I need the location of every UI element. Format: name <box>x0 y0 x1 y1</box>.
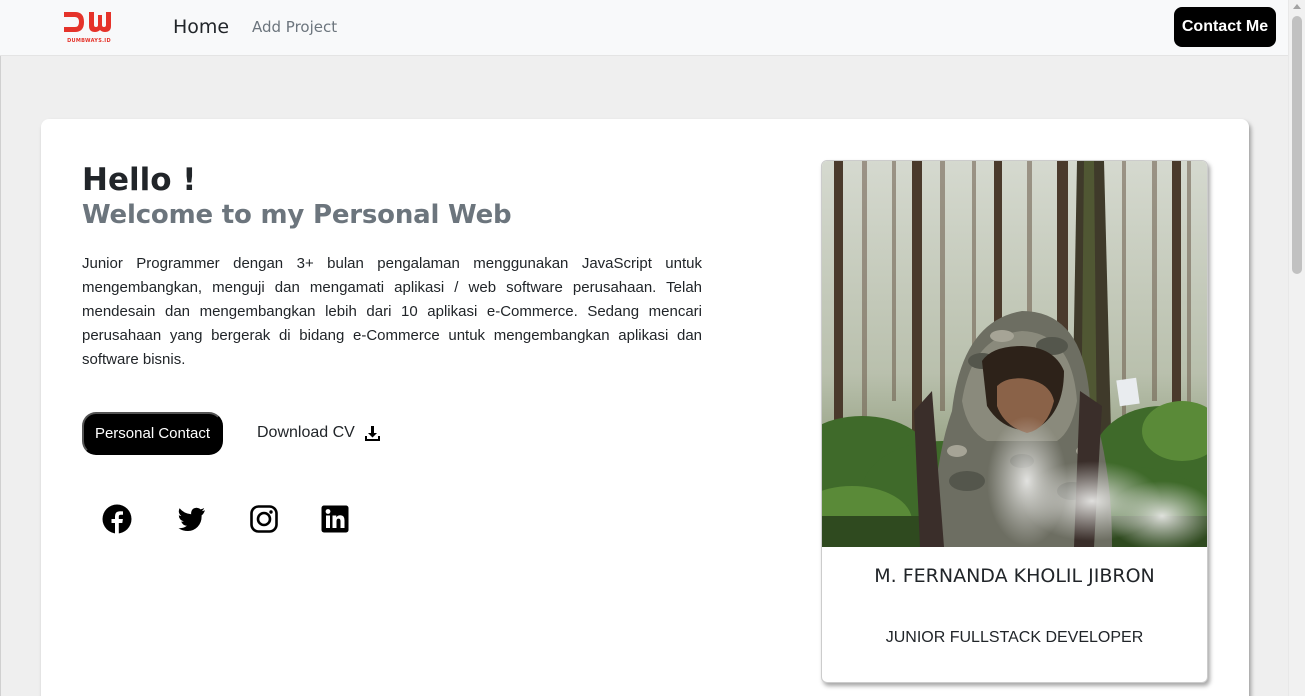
download-cv-link[interactable]: Download CV <box>257 424 381 442</box>
profile-role: JUNIOR FULLSTACK DEVELOPER <box>885 629 1144 646</box>
download-cv-label: Download CV <box>257 424 355 441</box>
scroll-up-arrow-icon[interactable] <box>1293 4 1301 9</box>
download-icon <box>364 425 380 441</box>
bio-description: Junior Programmer dengan 3+ bulan pengal… <box>82 255 702 368</box>
scrollbar-thumb[interactable] <box>1292 16 1302 274</box>
hello-heading: Hello ! <box>82 162 197 198</box>
personal-contact-button[interactable]: Personal Contact <box>82 412 223 455</box>
instagram-icon[interactable] <box>249 504 279 534</box>
linkedin-icon[interactable] <box>320 504 350 534</box>
logo-mark-icon <box>64 12 111 32</box>
facebook-icon[interactable] <box>102 504 132 534</box>
profile-name: M. FERNANDA KHOLIL JIBRON <box>874 565 1155 587</box>
profile-photo <box>822 161 1207 547</box>
dumbways-logo[interactable]: DUMBWAYS.ID <box>62 9 116 45</box>
profile-card: M. FERNANDA KHOLIL JIBRON JUNIOR FULLSTA… <box>821 160 1208 683</box>
page-edge-divider <box>0 56 1 696</box>
welcome-heading: Welcome to my Personal Web <box>82 200 512 230</box>
nav-home-link[interactable]: Home <box>173 16 229 38</box>
contact-me-button[interactable]: Contact Me <box>1174 7 1276 47</box>
nav-add-project-link[interactable]: Add Project <box>252 18 337 36</box>
twitter-icon[interactable] <box>176 504 206 534</box>
logo-text: DUMBWAYS.ID <box>67 38 111 44</box>
vertical-scrollbar[interactable] <box>1288 0 1305 696</box>
navbar: DUMBWAYS.ID Home Add Project Contact Me <box>0 0 1288 56</box>
